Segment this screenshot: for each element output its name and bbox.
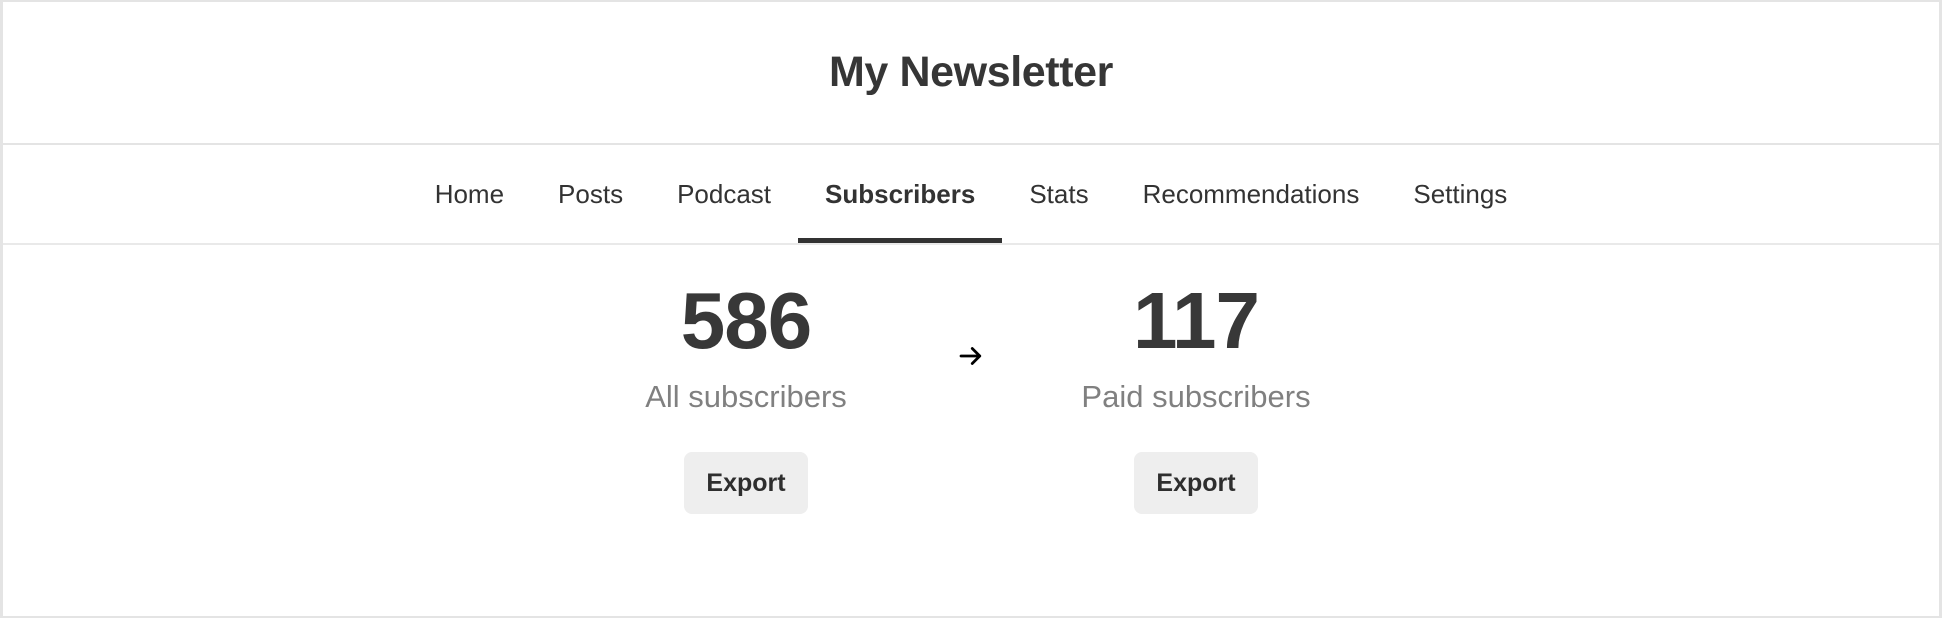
tab-podcast-label: Podcast — [677, 179, 772, 209]
tab-settings[interactable]: Settings — [1386, 145, 1534, 243]
subscriber-stats-row: 586 All subscribers Export 117 Paid subs… — [3, 281, 1939, 514]
all-subscribers-label: All subscribers — [645, 379, 847, 414]
tab-subscribers[interactable]: Subscribers — [798, 145, 1003, 243]
tab-recommendations[interactable]: Recommendations — [1116, 145, 1387, 243]
subscribers-panel: 586 All subscribers Export 117 Paid subs… — [3, 245, 1939, 616]
tab-subscribers-label: Subscribers — [825, 179, 976, 209]
all-subscribers-count: 586 — [680, 276, 812, 365]
nav-tab-list: Home Posts Podcast Subscribers Stats Rec… — [408, 145, 1535, 243]
arrow-right-icon — [959, 347, 982, 365]
tab-home[interactable]: Home — [408, 145, 531, 243]
paid-subscribers-label: Paid subscribers — [1081, 379, 1311, 414]
tab-recommendations-label: Recommendations — [1142, 179, 1360, 209]
tab-stats-label: Stats — [1029, 179, 1089, 209]
tab-stats[interactable]: Stats — [1002, 145, 1115, 243]
export-all-subscribers-button[interactable]: Export — [684, 452, 808, 514]
primary-navigation: Home Posts Podcast Subscribers Stats Rec… — [3, 145, 1939, 245]
tab-podcast[interactable]: Podcast — [650, 145, 798, 243]
page-title: My Newsletter — [829, 48, 1113, 96]
stat-paid-subscribers: 117 Paid subscribers Export — [1036, 281, 1356, 514]
stat-all-subscribers: 586 All subscribers Export — [586, 281, 906, 514]
tab-settings-label: Settings — [1413, 179, 1508, 209]
export-paid-subscribers-button[interactable]: Export — [1134, 452, 1258, 514]
stats-separator — [906, 281, 1036, 371]
tab-posts-label: Posts — [558, 179, 624, 209]
paid-subscribers-count: 117 — [1132, 276, 1260, 365]
tab-posts[interactable]: Posts — [531, 145, 650, 243]
newsletter-dashboard: My Newsletter Home Posts Podcast Subscri… — [0, 0, 1942, 618]
publication-header: My Newsletter — [3, 2, 1939, 145]
tab-home-label: Home — [434, 179, 505, 209]
